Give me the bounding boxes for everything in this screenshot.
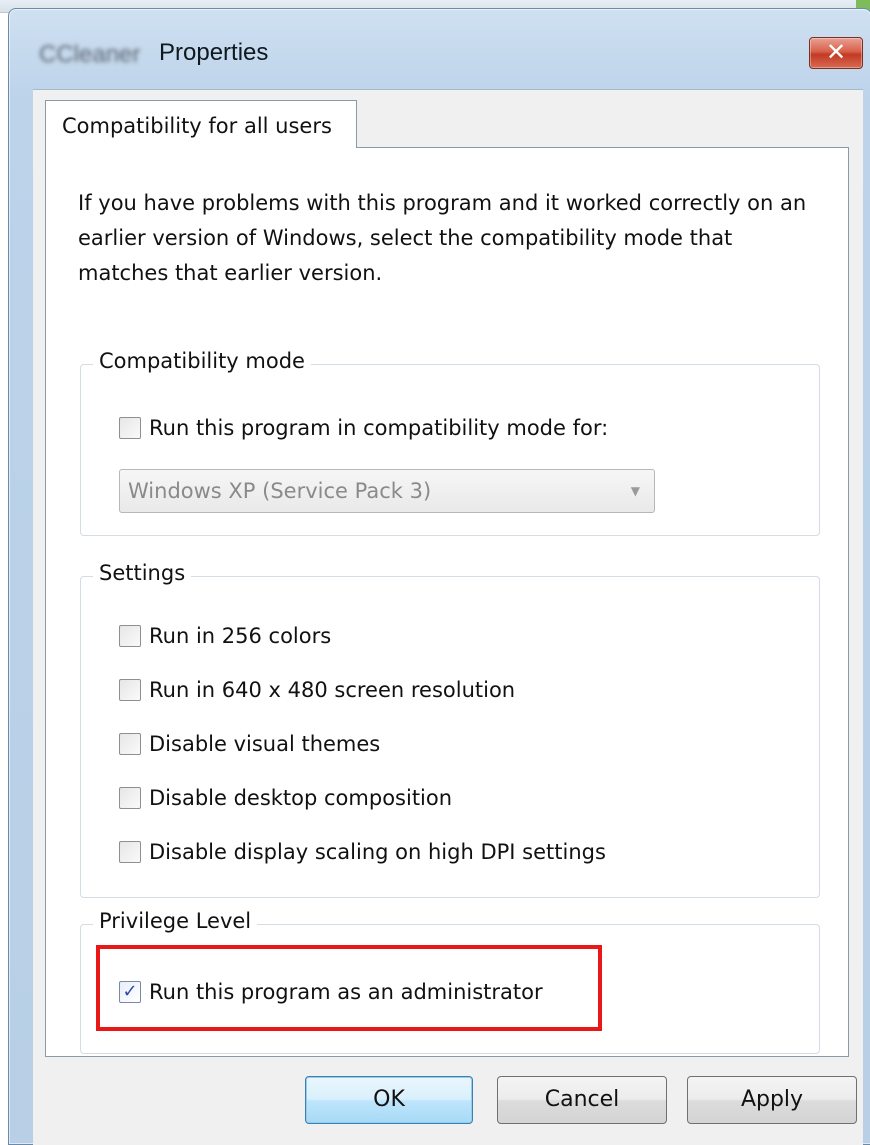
compatibility-mode-title: Compatibility mode xyxy=(93,349,311,373)
setting-desktop-composition-label: Disable desktop composition xyxy=(149,786,453,810)
setting-dpi-scaling-label: Disable display scaling on high DPI sett… xyxy=(149,840,606,864)
setting-visual-themes-label: Disable visual themes xyxy=(149,732,381,756)
tab-compatibility-all-users[interactable]: Compatibility for all users xyxy=(45,100,357,148)
setting-row-640x480[interactable]: Run in 640 x 480 screen resolution xyxy=(119,675,515,705)
setting-dpi-scaling-checkbox[interactable] xyxy=(119,841,141,863)
properties-dialog: CCleaner Properties ✕ Compatibility for … xyxy=(8,8,870,1145)
setting-640x480-checkbox[interactable] xyxy=(119,679,141,701)
setting-row-256-colors[interactable]: Run in 256 colors xyxy=(119,621,331,651)
settings-title: Settings xyxy=(93,561,192,585)
checkmark-icon: ✓ xyxy=(122,981,138,1002)
compatibility-mode-checkbox[interactable] xyxy=(119,417,141,439)
cancel-button[interactable]: Cancel xyxy=(497,1076,667,1124)
apply-button[interactable]: Apply xyxy=(687,1076,857,1124)
setting-desktop-composition-checkbox[interactable] xyxy=(119,787,141,809)
privilege-level-title: Privilege Level xyxy=(93,909,258,933)
compatibility-os-dropdown[interactable]: Windows XP (Service Pack 3) ▼ xyxy=(119,469,655,513)
compatibility-mode-label: Run this program in compatibility mode f… xyxy=(149,416,609,440)
ok-button[interactable]: OK xyxy=(305,1076,473,1124)
setting-row-desktop-composition[interactable]: Disable desktop composition xyxy=(119,783,452,813)
chevron-down-icon: ▼ xyxy=(630,484,640,498)
window-title: Properties xyxy=(159,39,269,66)
tab-panel: If you have problems with this program a… xyxy=(45,147,849,1057)
compatibility-mode-checkbox-row[interactable]: Run this program in compatibility mode f… xyxy=(119,413,608,443)
blurred-app-name: CCleaner xyxy=(39,41,141,67)
run-as-admin-row[interactable]: ✓ Run this program as an administrator xyxy=(119,977,543,1007)
setting-640x480-label: Run in 640 x 480 screen resolution xyxy=(149,678,516,702)
setting-row-visual-themes[interactable]: Disable visual themes xyxy=(119,729,380,759)
dialog-client-area: Compatibility for all users If you have … xyxy=(33,89,863,1145)
setting-256-colors-label: Run in 256 colors xyxy=(149,624,332,648)
intro-text: If you have problems with this program a… xyxy=(78,191,807,285)
close-button[interactable]: ✕ xyxy=(809,37,863,69)
settings-group: Settings Run in 256 colors Run in 640 x … xyxy=(80,561,820,898)
setting-row-dpi-scaling[interactable]: Disable display scaling on high DPI sett… xyxy=(119,837,606,867)
title-bar[interactable]: CCleaner Properties ✕ xyxy=(9,9,870,87)
close-icon: ✕ xyxy=(825,38,847,66)
compatibility-mode-group: Compatibility mode Run this program in c… xyxy=(80,349,820,536)
dropdown-value: Windows XP (Service Pack 3) xyxy=(128,479,432,503)
privilege-level-group: Privilege Level ✓ Run this program as an… xyxy=(80,909,820,1054)
run-as-admin-checkbox[interactable]: ✓ xyxy=(119,981,141,1003)
setting-256-colors-checkbox[interactable] xyxy=(119,625,141,647)
run-as-admin-label: Run this program as an administrator xyxy=(149,980,543,1004)
setting-visual-themes-checkbox[interactable] xyxy=(119,733,141,755)
